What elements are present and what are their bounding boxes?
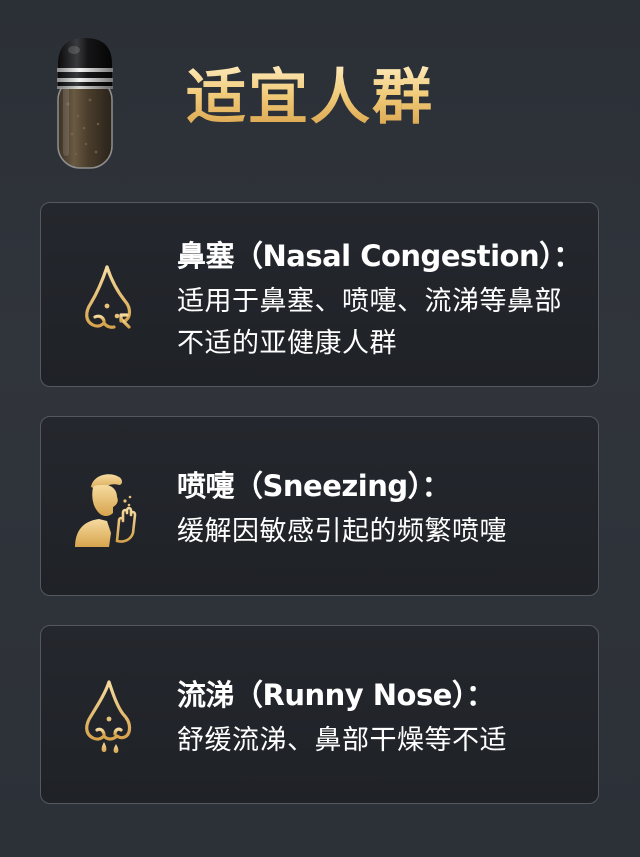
page-title: 适宜人群 xyxy=(186,58,434,138)
capsule-product-image xyxy=(57,38,113,169)
card-text: 喷嚏（Sneezing）： 缓解因敏感引起的频繁喷嚏 xyxy=(177,465,578,553)
card-heading: 鼻塞（Nasal Congestion）： xyxy=(177,239,582,273)
card-runny-nose: 流涕（Runny Nose）： 舒缓流涕、鼻部干燥等不适 xyxy=(40,625,599,804)
card-text: 鼻塞（Nasal Congestion）： 适用于鼻塞、喷嚏、流涕等鼻部不适的亚… xyxy=(177,235,582,365)
card-description: 适用于鼻塞、喷嚏、流涕等鼻部不适的亚健康人群 xyxy=(177,286,562,359)
card-sneezing: 喷嚏（Sneezing）： 缓解因敏感引起的频繁喷嚏 xyxy=(40,416,599,596)
nose-alert-icon xyxy=(85,265,132,329)
card-description: 舒缓流涕、鼻部干燥等不适 xyxy=(177,725,507,756)
card-description: 缓解因敏感引起的频繁喷嚏 xyxy=(177,516,507,547)
card-heading: 喷嚏（Sneezing）： xyxy=(177,469,451,503)
sneezing-person-icon xyxy=(75,474,137,547)
runny-nose-icon xyxy=(85,680,132,753)
card-heading: 流涕（Runny Nose）： xyxy=(177,678,495,712)
card-nasal-congestion: 鼻塞（Nasal Congestion）： 适用于鼻塞、喷嚏、流涕等鼻部不适的亚… xyxy=(40,202,599,387)
card-text: 流涕（Runny Nose）： 舒缓流涕、鼻部干燥等不适 xyxy=(177,674,578,762)
page: 适宜人群 鼻塞（Nasal Congestion）： 适用于鼻塞、喷嚏、流涕等鼻… xyxy=(0,0,640,857)
